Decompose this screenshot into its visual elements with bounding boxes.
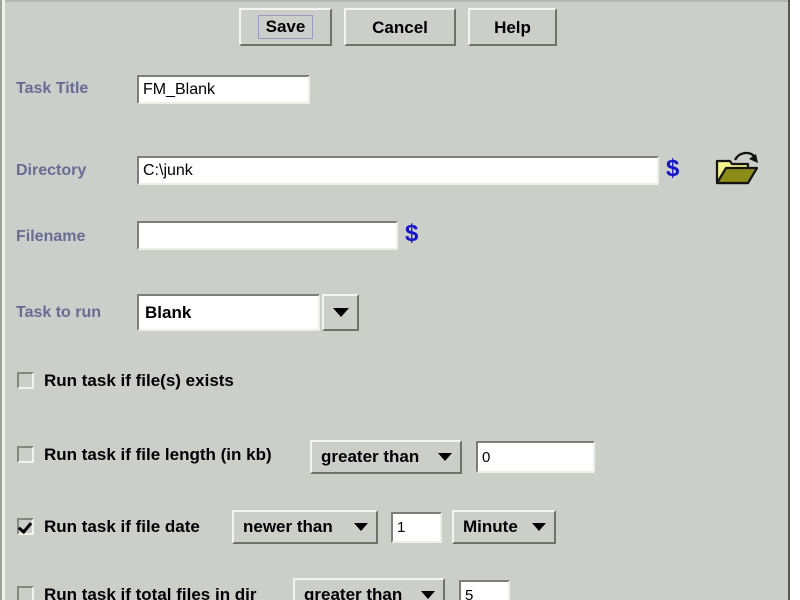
condition-row-file-exists: Run task if file(s) exists <box>17 372 234 389</box>
condition-row-file-date: Run task if file date <box>17 518 200 535</box>
directory-input[interactable]: C:\junk <box>137 156 659 185</box>
save-button-label: Save <box>265 17 306 36</box>
total-files-value: 5 <box>465 587 474 600</box>
file-date-operator-dropdown[interactable]: newer than <box>232 510 378 544</box>
task-to-run-dropdown-button[interactable] <box>322 294 359 331</box>
total-files-operator-dropdown[interactable]: greater than <box>293 578 445 600</box>
file-date-operator-value: newer than <box>243 517 333 536</box>
checkbox-file-exists[interactable] <box>17 372 34 389</box>
task-title-label: Task Title <box>16 80 89 97</box>
chevron-down-icon <box>354 523 368 531</box>
total-files-operator-value: greater than <box>304 585 403 600</box>
directory-variable-button[interactable]: $ <box>666 157 679 181</box>
task-title-value: FM_Blank <box>143 80 216 98</box>
task-title-input[interactable]: FM_Blank <box>137 75 310 104</box>
task-to-run-input[interactable]: Blank <box>137 294 320 331</box>
chevron-down-icon <box>421 591 435 599</box>
cancel-button[interactable]: Cancel <box>344 8 456 46</box>
chevron-down-icon <box>532 523 546 531</box>
filename-input[interactable] <box>137 221 398 250</box>
file-date-unit-value: Minute <box>463 517 518 536</box>
directory-label: Directory <box>16 162 87 179</box>
checkbox-total-files[interactable] <box>17 586 34 600</box>
checkbox-file-length[interactable] <box>17 446 34 463</box>
file-date-value: 1 <box>397 519 406 536</box>
file-length-operator-value: greater than <box>321 447 420 466</box>
file-length-value-input[interactable]: 0 <box>476 441 595 473</box>
directory-value: C:\junk <box>143 161 193 179</box>
window-frame-top-edge <box>0 0 800 2</box>
condition-row-total-files: Run task if total files in dir <box>17 586 257 600</box>
task-editor-window: Save Cancel Help Task Title FM_Blank Dir… <box>0 0 800 600</box>
save-button[interactable]: Save <box>239 8 332 46</box>
total-files-value-input[interactable]: 5 <box>459 580 510 600</box>
help-button[interactable]: Help <box>468 8 557 46</box>
file-length-operator-dropdown[interactable]: greater than <box>310 440 462 474</box>
cancel-button-label: Cancel <box>372 17 428 37</box>
checkbox-file-length-label: Run task if file length (in kb) <box>44 445 272 464</box>
task-to-run-label: Task to run <box>16 304 102 321</box>
save-button-focus-ring: Save <box>257 15 314 39</box>
filename-variable-button[interactable]: $ <box>405 222 418 246</box>
filename-label: Filename <box>16 228 86 245</box>
chevron-down-icon <box>438 453 452 461</box>
condition-row-file-length: Run task if file length (in kb) <box>17 446 272 463</box>
window-frame-left-highlight <box>2 0 5 600</box>
file-length-value: 0 <box>482 448 491 466</box>
checkbox-file-date[interactable] <box>17 518 34 535</box>
checkbox-file-exists-label: Run task if file(s) exists <box>44 371 234 390</box>
file-date-unit-dropdown[interactable]: Minute <box>452 510 556 544</box>
task-to-run-value: Blank <box>145 302 192 322</box>
folder-open-icon[interactable] <box>713 147 761 194</box>
file-date-value-input[interactable]: 1 <box>391 512 442 543</box>
chevron-down-icon <box>332 308 349 317</box>
help-button-label: Help <box>494 17 531 37</box>
checkbox-file-date-label: Run task if file date <box>44 517 200 536</box>
checkbox-total-files-label: Run task if total files in dir <box>44 585 257 600</box>
window-frame-right-outer <box>790 0 800 600</box>
